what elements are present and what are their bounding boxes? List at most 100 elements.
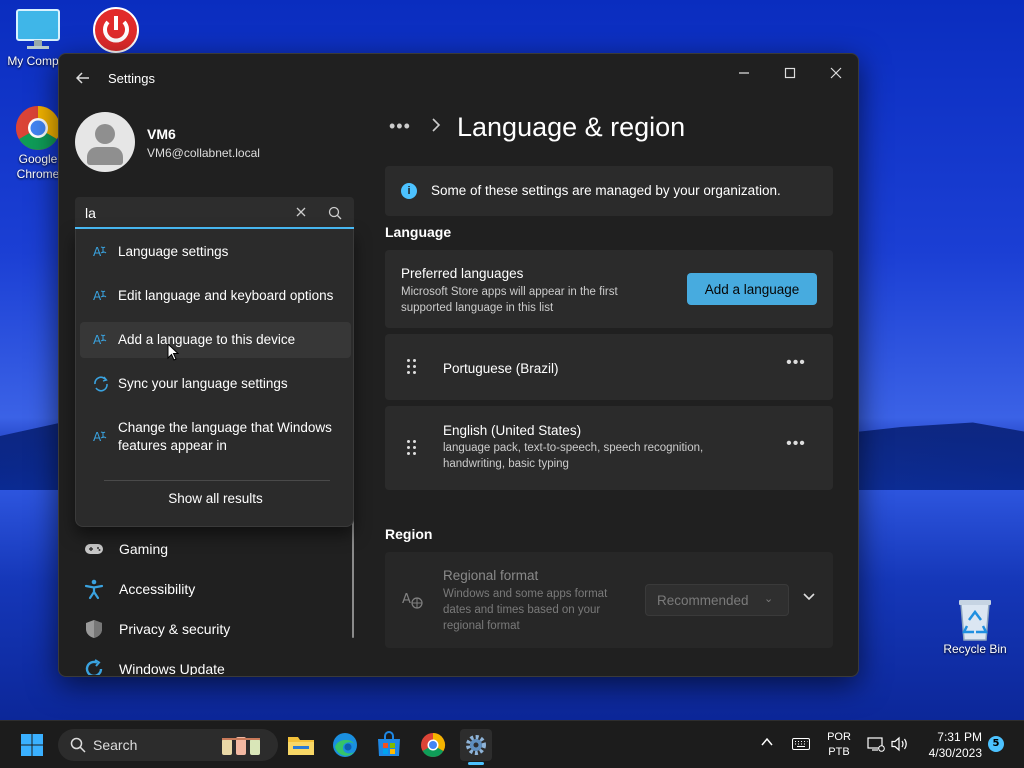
section-heading-language: Language [385,224,452,240]
taskbar-store[interactable] [373,729,405,761]
close-icon [296,207,306,217]
chrome-icon [16,106,60,150]
suggestion-label: Change the language that Windows feature… [118,420,332,453]
desktop-icon-recycle-bin[interactable]: Recycle Bin [935,596,1015,657]
active-app-indicator [468,762,484,765]
sync-icon [94,376,108,392]
svg-text:A: A [93,430,102,444]
breadcrumb-more-button[interactable]: ••• [389,116,411,137]
dropdown-divider [104,480,330,481]
drag-handle-icon[interactable] [405,358,419,376]
minimize-icon [739,72,749,74]
settings-window: Settings VM6 VM6@collabnet.local Gaming … [58,53,859,677]
preferred-languages-card: Preferred languages Microsoft Store apps… [385,250,833,328]
user-email: VM6@collabnet.local [147,146,260,160]
windows-logo-icon [21,734,43,756]
clock-time: 7:31 PM [937,730,982,744]
desktop-icon-label: Recycle Bin [943,642,1007,656]
language-name: Portuguese (Brazil) [443,361,559,376]
nav-label: Accessibility [119,581,196,597]
nav-item-gaming[interactable]: Gaming [75,531,345,567]
language-options-button[interactable]: ••• [781,354,811,378]
svg-text:A: A [93,289,102,303]
search-suggestions-dropdown: A Language settings A Edit language and … [75,229,354,527]
suggestion-item[interactable]: A Change the language that Windows featu… [80,411,351,463]
language-icon: A [93,430,107,444]
search-highlight-icon [222,737,260,755]
window-title: Settings [108,71,155,86]
title-bar: Settings [59,54,858,102]
suggestion-label: Add a language to this device [118,332,296,347]
chevron-down-icon [803,593,815,601]
settings-search-box[interactable] [75,197,354,229]
keyboard-icon-button[interactable] [792,737,810,755]
notification-badge[interactable]: 5 [988,736,1004,752]
start-button[interactable] [16,729,48,761]
page-title: Language & region [457,112,686,142]
back-button[interactable] [71,66,95,90]
nav-label: Gaming [119,541,169,557]
show-hidden-icons-button[interactable] [760,735,774,754]
language-options-button[interactable]: ••• [781,435,811,459]
nav-label: Privacy & security [119,621,231,637]
svg-text:A: A [93,245,102,259]
nav-item-accessibility[interactable]: Accessibility [75,571,345,607]
info-icon: i [401,183,417,199]
drag-handle-icon[interactable] [405,439,419,457]
network-button[interactable] [867,736,885,757]
close-icon [830,67,842,79]
language-icon: A [93,289,107,303]
taskbar-file-explorer[interactable] [285,729,317,761]
search-submit-button[interactable] [325,203,345,223]
regional-format-value: Recommended [657,593,749,608]
monitor-icon [16,9,60,49]
taskbar-edge[interactable] [329,729,361,761]
regional-format-desc: Windows and some apps format dates and t… [443,588,608,632]
regional-format-icon: A [402,592,423,609]
clock[interactable]: 7:31 PM 4/30/2023 [918,729,982,761]
nav-item-privacy[interactable]: Privacy & security [75,611,345,647]
regional-format-title: Regional format [443,568,539,583]
desktop-icon-shutdown[interactable] [76,6,156,54]
taskbar-search-box[interactable]: Search [58,729,278,761]
language-row[interactable]: English (United States) language pack, t… [385,406,833,490]
svg-text:A: A [402,592,411,607]
gamepad-icon [85,544,103,554]
folder-icon [288,737,314,755]
power-icon [93,7,139,53]
settings-search-input[interactable] [85,203,285,223]
clear-search-button[interactable] [291,203,311,223]
clock-date: 4/30/2023 [928,746,982,760]
suggestion-item[interactable]: A Edit language and keyboard options [80,278,351,314]
section-heading-region: Region [385,526,433,542]
regional-format-select[interactable]: Recommended ⌄ [645,584,789,616]
chevron-down-icon: ⌄ [764,593,774,605]
language-row[interactable]: Portuguese (Brazil) ••• [385,334,833,400]
shield-icon [86,620,102,638]
show-all-results-link[interactable]: Show all results [76,491,355,506]
nav-item-windows-update[interactable]: Windows Update [75,651,345,675]
minimize-button[interactable] [721,58,767,90]
suggestion-item[interactable]: A Language settings [80,234,351,270]
taskbar-search-label: Search [93,737,138,753]
add-language-button[interactable]: Add a language [687,273,817,305]
language-features: language pack, text-to-speech, speech re… [443,442,704,470]
gear-icon [466,735,486,755]
update-icon [85,659,103,675]
edge-icon [333,733,357,757]
input-language-indicator[interactable]: POR PTB [826,730,852,760]
chrome-icon [421,733,446,758]
user-name: VM6 [147,126,176,142]
expand-button[interactable] [799,588,819,608]
suggestion-item[interactable]: A Add a language to this device [80,322,351,358]
volume-button[interactable] [891,736,909,757]
suggestion-label: Edit language and keyboard options [118,288,334,303]
close-button[interactable] [813,58,858,90]
taskbar-chrome[interactable] [417,729,449,761]
search-icon [328,206,342,220]
suggestion-item[interactable]: Sync your language settings [80,366,351,402]
maximize-button[interactable] [767,58,813,90]
chevron-right-icon [431,118,441,137]
taskbar-settings[interactable] [460,729,492,761]
store-icon [378,731,400,756]
